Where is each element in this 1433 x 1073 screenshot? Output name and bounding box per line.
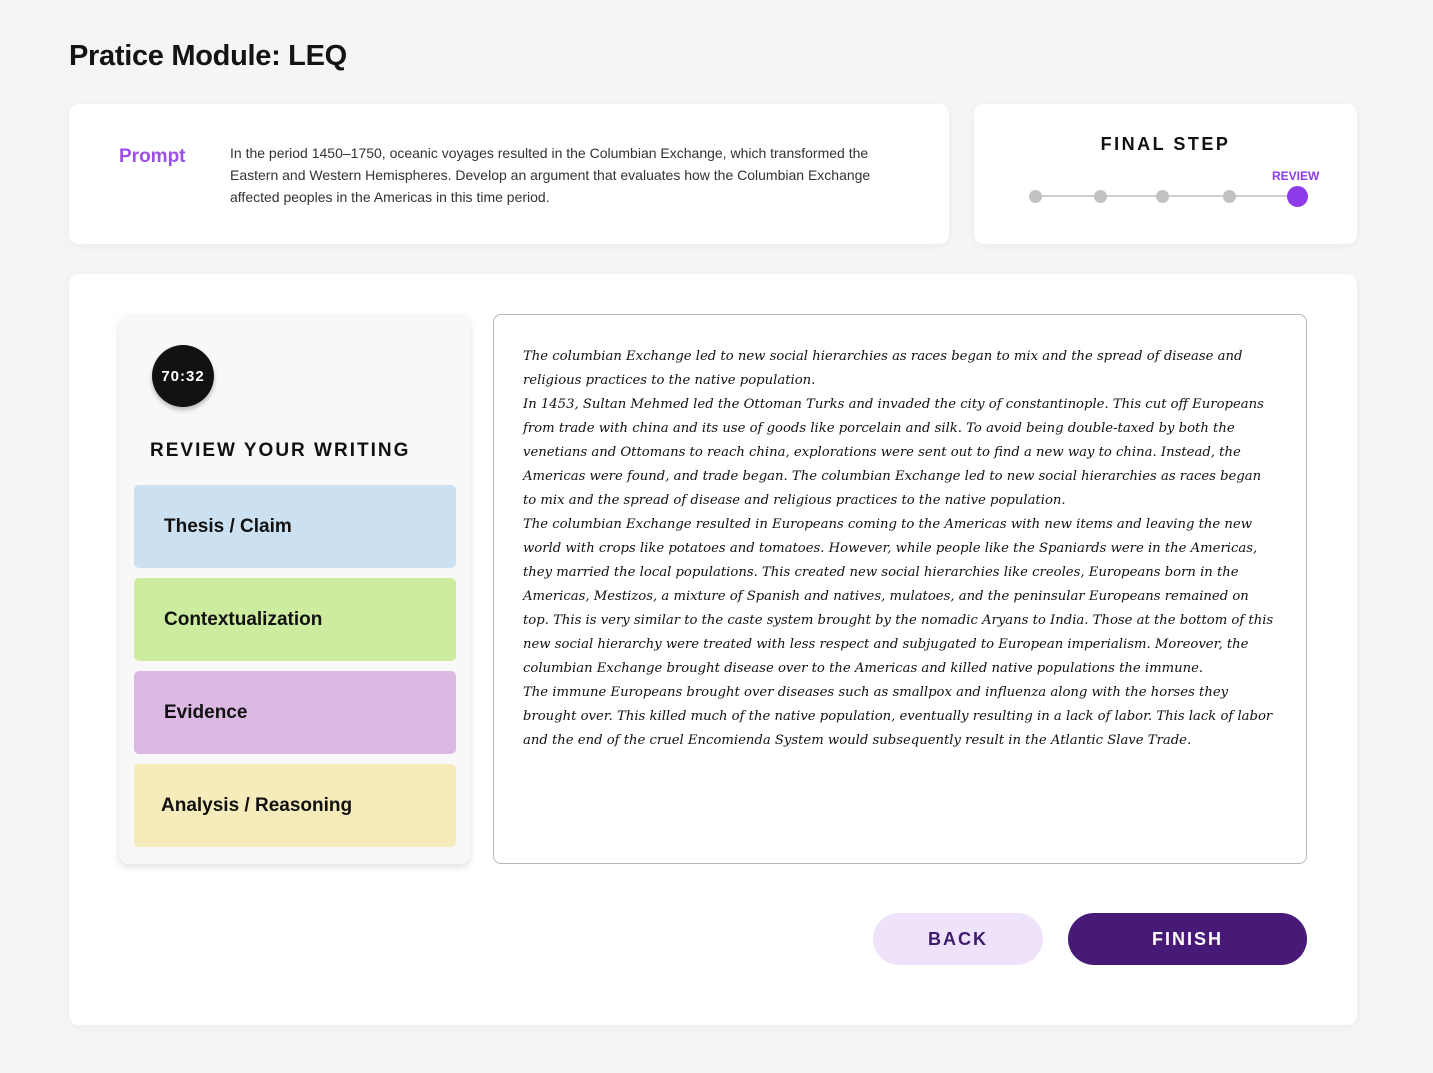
essay-paragraph: The immune Europeans brought over diseas… <box>523 685 1273 748</box>
progress-step-3 <box>1156 190 1169 203</box>
essay-paragraph: The columbian Exchange resulted in Europ… <box>523 517 1274 676</box>
thesis-claim-button[interactable]: Thesis / Claim <box>134 485 456 568</box>
finish-button[interactable]: FINISH <box>1068 913 1307 965</box>
prompt-label: Prompt <box>119 146 186 167</box>
evidence-label: Evidence <box>164 701 248 723</box>
review-main-card: 70:32 REVIEW YOUR WRITING Thesis / Claim… <box>69 274 1357 1025</box>
essay-paragraph: The columbian Exchange led to new social… <box>523 349 1243 388</box>
prompt-text: In the period 1450–1750, oceanic voyages… <box>230 145 871 205</box>
review-heading: REVIEW YOUR WRITING <box>150 440 411 461</box>
contextualization-button[interactable]: Contextualization <box>134 578 456 661</box>
timer: 70:32 <box>152 345 214 407</box>
thesis-claim-label: Thesis / Claim <box>164 515 292 537</box>
progress-step-4 <box>1223 190 1236 203</box>
page-title: Pratice Module: LEQ <box>69 40 347 72</box>
progress-card: FINAL STEP REVIEW <box>974 104 1357 244</box>
current-step-label: REVIEW <box>1272 169 1320 183</box>
analysis-reasoning-label: Analysis / Reasoning <box>161 794 353 816</box>
progress-step-5 <box>1287 186 1308 207</box>
prompt-card: Prompt In the period 1450–1750, oceanic … <box>69 104 949 244</box>
essay-paragraph: In 1453, Sultan Mehmed led the Ottoman T… <box>523 397 1264 508</box>
review-sidebar: 70:32 REVIEW YOUR WRITING Thesis / Claim… <box>119 315 470 864</box>
essay-text-area[interactable]: The columbian Exchange led to new social… <box>493 314 1307 864</box>
progress-step-2 <box>1094 190 1107 203</box>
progress-step-1 <box>1029 190 1042 203</box>
contextualization-label: Contextualization <box>164 608 323 630</box>
analysis-reasoning-button[interactable]: Analysis / Reasoning <box>134 764 456 847</box>
back-button[interactable]: BACK <box>873 913 1043 965</box>
progress-title: FINAL STEP <box>1100 134 1231 154</box>
evidence-button[interactable]: Evidence <box>134 671 456 754</box>
